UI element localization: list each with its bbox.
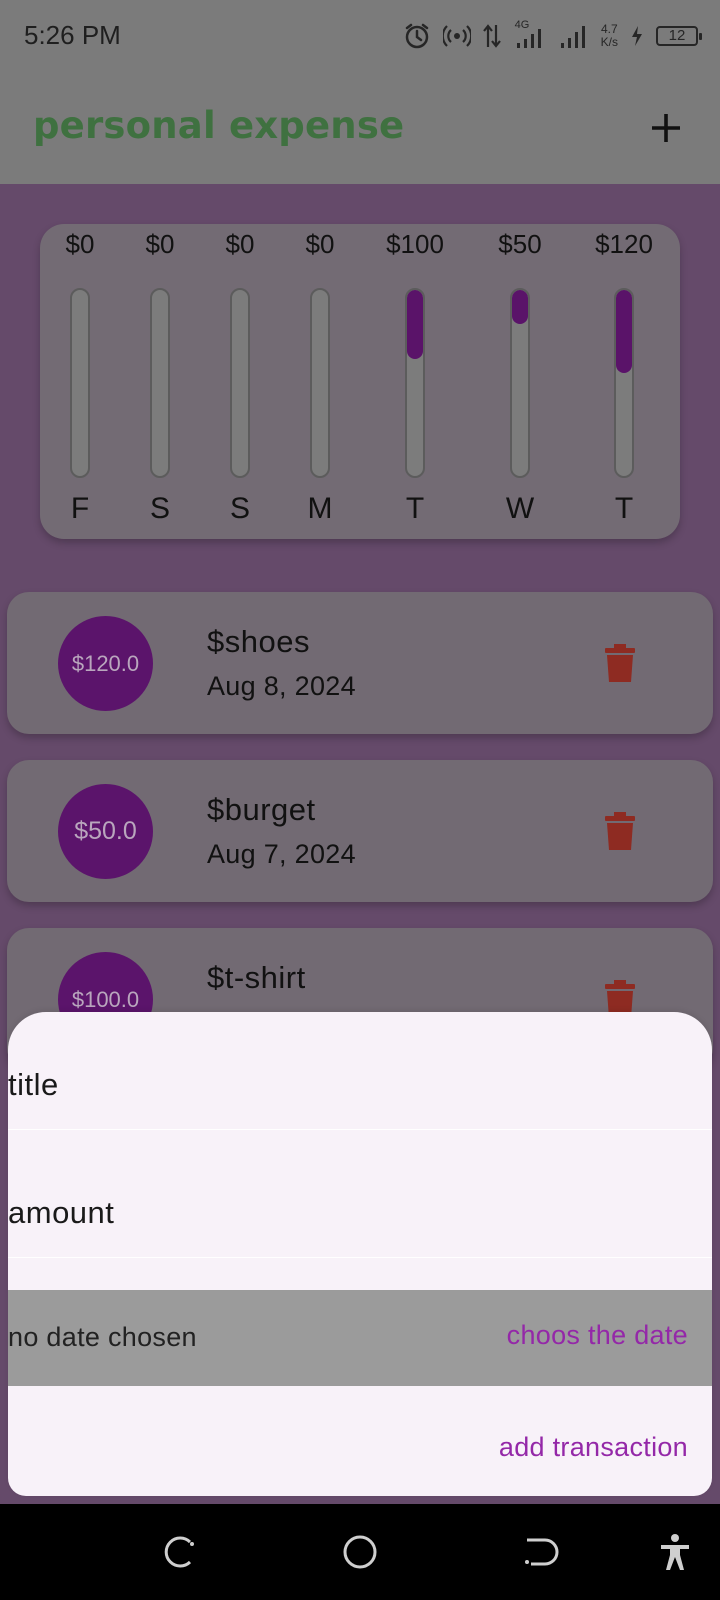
system-nav-bar <box>0 1504 720 1600</box>
page-title: personal expense <box>33 104 405 147</box>
bar-fill <box>407 290 423 359</box>
signal-icon <box>559 23 589 49</box>
bar-amount: $0 <box>225 229 255 259</box>
bar-amount: $50 <box>498 229 542 259</box>
bar-amount: $0 <box>305 229 335 259</box>
transaction-date: Aug 8, 2024 <box>207 671 356 701</box>
bar-day-label: W <box>505 492 535 525</box>
submit-transaction-button[interactable]: add transaction <box>499 1432 688 1463</box>
accessibility-icon[interactable] <box>655 1532 695 1572</box>
bar-amount: $0 <box>65 229 95 259</box>
choose-date-button[interactable]: choos the date <box>507 1320 688 1351</box>
bar-track <box>70 288 90 478</box>
bar-amount: $120 <box>595 229 653 259</box>
bar-track <box>310 288 330 478</box>
bar-day-label: S <box>229 492 250 525</box>
bar-track <box>614 288 634 478</box>
battery-indicator: 12 <box>656 26 702 46</box>
transaction-amount-badge: $50.0 <box>58 784 153 879</box>
bar-amount: $0 <box>145 229 175 259</box>
bar-track <box>405 288 425 478</box>
data-arrows-icon <box>482 23 501 49</box>
chart-bar: $0 S <box>120 224 200 539</box>
date-row: no date chosen choos the date <box>8 1290 712 1386</box>
chart-bar: $50 W <box>480 224 560 539</box>
date-status: no date chosen <box>8 1322 197 1352</box>
trash-icon[interactable] <box>605 644 635 682</box>
home-icon[interactable] <box>340 1532 380 1572</box>
bar-day-label: M <box>307 492 333 525</box>
chart-bar: $100 T <box>375 224 455 539</box>
charging-icon <box>630 25 644 47</box>
signal-4g-icon: 4G <box>513 19 547 51</box>
plus-icon <box>652 114 680 142</box>
weekly-chart: $0 F $0 S $0 S $0 M $100 T $50 W $120 T <box>40 224 680 539</box>
transaction-title: $burget <box>207 792 316 827</box>
bar-day-label: S <box>149 492 170 525</box>
chart-bar: $0 M <box>280 224 360 539</box>
status-time: 5:26 PM <box>24 20 121 50</box>
back-icon[interactable] <box>519 1532 559 1572</box>
bar-fill <box>616 290 632 373</box>
chart-bar: $0 F <box>40 224 120 539</box>
hotspot-icon <box>442 24 471 48</box>
amount-field <box>8 1140 712 1258</box>
transaction-card: $50.0 $burget Aug 7, 2024 <box>7 760 713 902</box>
chart-bar: $120 T <box>584 224 664 539</box>
title-input[interactable] <box>8 1067 688 1103</box>
bar-fill <box>512 290 528 325</box>
chart-bar: $0 S <box>200 224 280 539</box>
app-bar: personal expense <box>0 74 720 184</box>
bar-day-label: F <box>70 492 90 525</box>
bar-day-label: T <box>614 492 634 525</box>
amount-input[interactable] <box>8 1195 688 1231</box>
recents-icon[interactable] <box>160 1532 200 1572</box>
status-icons: 4G 4.7 K/s 12 <box>403 19 702 52</box>
trash-icon[interactable] <box>605 812 635 850</box>
bar-day-label: T <box>405 492 425 525</box>
status-bar: 5:26 PM 4G 4.7 K/s 12 <box>0 0 720 74</box>
bar-track <box>230 288 250 478</box>
bar-track <box>510 288 530 478</box>
title-field <box>8 1012 712 1130</box>
bar-track <box>150 288 170 478</box>
transaction-amount-badge: $120.0 <box>58 616 153 711</box>
transaction-date: Aug 7, 2024 <box>207 839 356 869</box>
bar-amount: $100 <box>386 229 444 259</box>
transaction-title: $t-shirt <box>207 960 306 995</box>
transaction-title: $shoes <box>207 624 310 659</box>
transaction-card: $120.0 $shoes Aug 8, 2024 <box>7 592 713 734</box>
net-speed: 4.7 K/s <box>600 22 618 49</box>
new-transaction-sheet: no date chosen choos the date add transa… <box>8 1012 712 1496</box>
add-transaction-button[interactable] <box>636 98 696 158</box>
alarm-icon <box>403 22 431 50</box>
